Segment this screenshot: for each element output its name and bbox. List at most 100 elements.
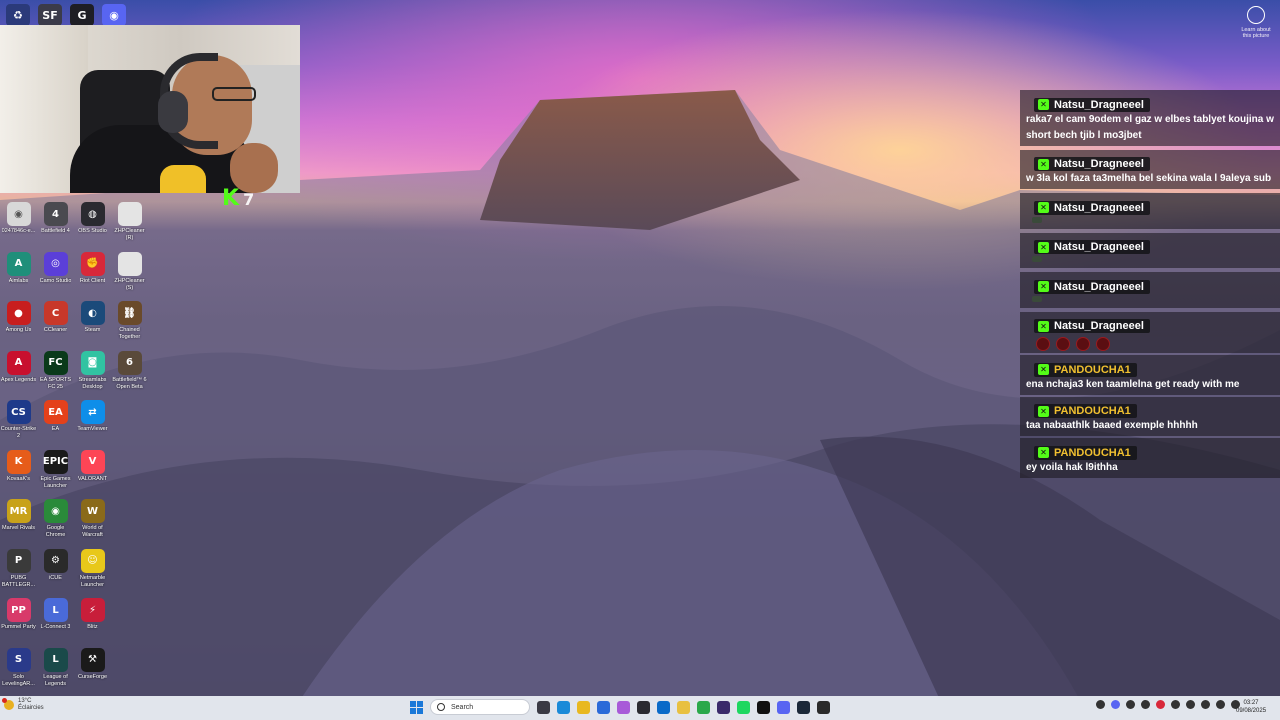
chat-username-tag: ✕ PANDOUCHA1 [1034, 362, 1137, 377]
task-view-icon[interactable] [537, 700, 550, 714]
steam-icon: ◐ [80, 301, 105, 325]
desktop-shortcut[interactable]: A Aimlabs [0, 250, 37, 300]
teams-tray-icon[interactable] [1171, 700, 1180, 709]
desktop-shortcut[interactable]: PP Pummel Party [0, 596, 37, 646]
desktop-shortcut[interactable]: EPIC Epic Games Launcher [37, 448, 74, 498]
microphone-icon[interactable] [1186, 700, 1195, 709]
search-placeholder: Search [451, 703, 474, 711]
discord-icon[interactable] [777, 700, 790, 714]
desktop-empty-slot [111, 398, 148, 448]
steam-icon[interactable] [797, 700, 810, 714]
desktop-shortcut[interactable]: L L-Connect 3 [37, 596, 74, 646]
spotify-icon[interactable] [737, 700, 750, 714]
desktop-shortcut[interactable]: ⚙ iCUE [37, 547, 74, 597]
desktop-shortcut[interactable]: W World of Warcraft [74, 497, 111, 547]
desktop-shortcut[interactable]: L League of Legends [37, 646, 74, 696]
wow-icon: W [80, 499, 105, 523]
webcam-overlay [0, 25, 300, 193]
desktop-shortcut[interactable]: S Solo LevelingAR... [0, 646, 37, 696]
desktop-shortcut-label: PUBG BATTLEGR... [1, 574, 36, 588]
chevron-up-icon[interactable] [1096, 700, 1105, 709]
taskbar-clock[interactable]: 03:27 09/08/2025 [1236, 699, 1266, 715]
desktop-shortcut[interactable]: ◉ 0247846c-e... [0, 200, 37, 250]
edge-icon[interactable] [557, 700, 570, 714]
blitz-icon: ⚡ [80, 598, 105, 622]
desktop-shortcut[interactable]: ◍ OBS Studio [74, 200, 111, 250]
search-box[interactable]: Search [430, 699, 530, 715]
kick-badge-icon: ✕ [1038, 320, 1049, 332]
discord-icon[interactable]: ◉ [102, 4, 126, 26]
sf-app-icon[interactable]: SF [38, 4, 62, 26]
recycle-bin-icon[interactable]: ♻ [6, 4, 30, 26]
desktop-shortcut[interactable]: ◙ Streamlabs Desktop [74, 349, 111, 399]
empty-icon [118, 648, 142, 672]
record-tray-icon[interactable] [1156, 700, 1165, 709]
kick-badge-icon: ✕ [1038, 364, 1049, 375]
desktop-shortcut-label: VALORANT [77, 475, 108, 482]
learn-about-picture[interactable]: Learn about this picture [1238, 6, 1274, 39]
desktop-shortcut[interactable]: 6 Battlefield™ 6 Open Beta [111, 349, 148, 399]
desktop-shortcut-label: Battlefield™ 6 Open Beta [112, 376, 147, 390]
chat-message: ✕ PANDOUCHA1 ena nchaja3 ken taamlelna get… [1020, 355, 1280, 395]
kick-badge-icon: ✕ [1038, 281, 1049, 292]
desktop-shortcut[interactable]: 4 Battlefield 4 [37, 200, 74, 250]
desktop-shortcut[interactable]: ⇄ TeamViewer [74, 398, 111, 448]
file-explorer-icon[interactable] [577, 700, 590, 714]
discord-tray-icon[interactable] [1111, 700, 1120, 709]
desktop-shortcut[interactable]: ◉ Google Chrome [37, 497, 74, 547]
network-icon[interactable] [1201, 700, 1210, 709]
camo-icon: ◎ [43, 251, 68, 276]
desktop-shortcut[interactable]: ⛓ Chained Together [111, 299, 148, 349]
desktop-shortcut[interactable]: C CCleaner [37, 299, 74, 349]
chat-username-tag: ✕ Natsu_Dragneeel [1034, 157, 1150, 171]
desktop-shortcut[interactable]: ⚒ CurseForge [74, 646, 111, 696]
desktop-shortcut[interactable]: ◎ Camo Studio [37, 250, 74, 300]
outlook-icon[interactable] [657, 700, 670, 714]
desktop-shortcut-label: Epic Games Launcher [40, 475, 71, 489]
desktop-shortcut[interactable]: MR Marvel Rivals [0, 497, 37, 547]
desktop-shortcut[interactable]: FC EA SPORTS FC 25 [37, 349, 74, 399]
desktop-shortcut[interactable]: K KovaaK's [0, 448, 37, 498]
desktop-shortcut[interactable]: V VALORANT [74, 448, 111, 498]
search-icon [437, 703, 445, 711]
streamlabs-icon[interactable] [817, 700, 830, 714]
chrome-icon[interactable] [697, 700, 710, 714]
chat-message: ✕ PANDOUCHA1 ey voila hak l9ithha [1020, 438, 1280, 478]
chat-username-tag: ✕ Natsu_Dragneeel [1034, 200, 1150, 215]
obs-icon[interactable] [637, 700, 650, 714]
netflix-icon[interactable] [717, 700, 730, 714]
notification-dot [2, 698, 7, 703]
volume-icon[interactable] [1216, 700, 1225, 709]
desktop-shortcut-label: Riot Client [79, 277, 106, 284]
store-icon[interactable] [597, 700, 610, 714]
desktop-shortcut-label: ZHPCleaner (S) [114, 277, 145, 291]
chat-message: ✕ Natsu_Dragneeel w 3la kol faza ta3melha … [1020, 149, 1280, 189]
chat-emote-icon [1032, 295, 1042, 302]
chat-username-tag: ✕ PANDOUCHA1 [1034, 404, 1137, 418]
explorer-icon[interactable] [677, 700, 690, 714]
epic-games-icon: EPIC [43, 449, 68, 474]
start-button[interactable] [410, 700, 423, 714]
desktop-shortcut-label: 0247846c-e... [1, 228, 36, 234]
capcut-icon[interactable] [757, 700, 770, 714]
desktop-shortcut[interactable]: CS Counter-Strike 2 [0, 398, 37, 448]
desktop-shortcut[interactable]: ● Among Us [0, 299, 37, 349]
steam-tray-icon[interactable] [1141, 700, 1150, 709]
desktop-shortcut-label: League of Legends [43, 673, 68, 687]
desktop-shortcut[interactable]: ⚡ Blitz [74, 596, 111, 646]
desktop-shortcut[interactable]: EA EA [37, 398, 74, 448]
desktop-shortcut[interactable]: ZHPCleaner (S) [111, 250, 148, 300]
icue-tray-icon[interactable] [1126, 700, 1135, 709]
desktop-shortcut-label: Aimlabs [8, 277, 29, 284]
desktop-shortcut[interactable]: ZHPCleaner (R) [111, 200, 148, 250]
copilot-icon[interactable] [617, 700, 630, 714]
teamviewer-icon: ⇄ [80, 400, 105, 424]
desktop-shortcut[interactable]: P PUBG BATTLEGR... [0, 547, 37, 597]
desktop-shortcut[interactable]: ◐ Steam [74, 299, 111, 349]
desktop-shortcut[interactable]: ✊ Riot Client [74, 250, 111, 300]
desktop-shortcut[interactable]: ☺ Netmarble Launcher [74, 547, 111, 597]
weather-widget[interactable]: 13°C Éclaircies [2, 698, 44, 712]
desktop-shortcut[interactable]: A Apex Legends [0, 349, 37, 399]
g-hub-icon[interactable]: G [70, 4, 94, 26]
chat-username-tag: ✕ Natsu_Dragneeel [1034, 97, 1150, 112]
